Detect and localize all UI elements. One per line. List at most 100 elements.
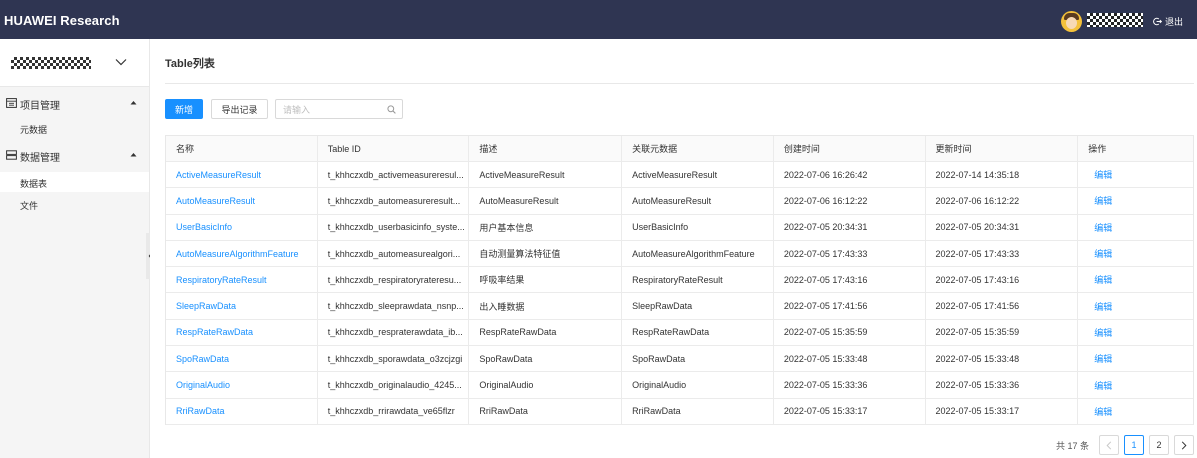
table-body: ActiveMeasureResult t_khhczxdb_activemeas… (166, 162, 1193, 425)
created-time-cell: 2022-07-05 15:33:17 (774, 398, 926, 424)
created-time-cell: 2022-07-05 15:35:59 (774, 319, 926, 346)
main-content: Table列表 新增 导出记录 名称 Table ID 描述 关联元数据 创建时… (150, 39, 1197, 458)
created-time-cell: 2022-07-05 17:41:56 (774, 293, 926, 319)
table-id-cell: t_khhczxdb_rrirawdata_ve65flzr (318, 398, 470, 424)
created-time-cell: 2022-07-05 17:43:33 (774, 240, 926, 267)
table-name-link[interactable]: RespRateRawData (166, 319, 318, 346)
chevron-up-icon (130, 153, 137, 157)
table-name-link[interactable]: OriginalAudio (166, 372, 318, 398)
table-row: AutoMeasureAlgorithmFeature t_khhczxdb_au… (166, 240, 1193, 268)
sidebar-group-project[interactable]: 项目管理 (0, 92, 149, 114)
linked-metadata-cell: SpoRawData (622, 346, 774, 372)
project-selector[interactable] (0, 39, 149, 87)
page-button-1[interactable]: 1 (1124, 435, 1145, 455)
logout-button[interactable]: 退出 (1153, 15, 1183, 28)
table-id-cell: t_khhczxdb_activemeasureresul... (318, 162, 470, 188)
brand-title: HUAWEI Research (4, 13, 120, 28)
updated-time-cell: 2022-07-06 16:12:22 (926, 188, 1079, 214)
sidebar-item-label: 元数据 (20, 125, 48, 135)
linked-metadata-cell: AutoMeasureResult (622, 188, 774, 214)
description-cell: SpoRawData (469, 346, 623, 372)
table-name-link[interactable]: AutoMeasureAlgorithmFeature (166, 240, 318, 267)
add-button[interactable]: 新增 (165, 99, 203, 119)
column-header: 关联元数据 (622, 136, 774, 161)
table-name-link[interactable]: ActiveMeasureResult (166, 162, 318, 188)
created-time-cell: 2022-07-06 16:12:22 (774, 188, 926, 214)
linked-metadata-cell: RespiratoryRateResult (622, 267, 774, 293)
table-row: RespiratoryRateResult t_khhczxdb_respirat… (166, 267, 1193, 294)
edit-button[interactable]: 编辑 (1078, 372, 1193, 397)
prev-page-button[interactable] (1099, 435, 1120, 455)
edit-button[interactable]: 编辑 (1078, 399, 1193, 424)
description-cell: 呼吸率结果 (469, 267, 623, 293)
updated-time-cell: 2022-07-05 17:43:16 (926, 267, 1079, 293)
table-id-cell: t_khhczxdb_respraterawdata_ib... (318, 319, 470, 346)
sidebar-item-files[interactable]: 文件 (0, 194, 149, 214)
next-page-button[interactable] (1174, 435, 1195, 455)
edit-button[interactable]: 编辑 (1078, 267, 1193, 292)
logout-icon (1153, 17, 1162, 26)
table-id-cell: t_khhczxdb_respiratoryrateresu... (318, 267, 470, 293)
edit-button[interactable]: 编辑 (1078, 188, 1193, 213)
calendar-icon (6, 98, 17, 108)
sidebar-item-metadata[interactable]: 元数据 (0, 118, 149, 138)
updated-time-cell: 2022-07-05 17:43:33 (926, 240, 1079, 267)
updated-time-cell: 2022-07-05 15:33:17 (926, 398, 1079, 424)
page-title: Table列表 (165, 58, 215, 70)
table-name-link[interactable]: RespiratoryRateResult (166, 267, 318, 293)
sidebar-item-datatable[interactable]: 数据表 (0, 172, 149, 192)
masked-username (1087, 13, 1143, 27)
edit-button[interactable]: 编辑 (1078, 346, 1193, 371)
created-time-cell: 2022-07-05 15:33:36 (774, 372, 926, 398)
sidebar-item-label: 数据表 (20, 179, 48, 189)
description-cell: 出入睡数据 (469, 293, 623, 319)
table-row: SleepRawData t_khhczxdb_sleeprawdata_nsnp… (166, 293, 1193, 320)
page-button-2[interactable]: 2 (1149, 435, 1170, 455)
table-name-link[interactable]: AutoMeasureResult (166, 188, 318, 214)
sidebar-group-data[interactable]: 数据管理 (0, 144, 149, 166)
table-header-row: 名称 Table ID 描述 关联元数据 创建时间 更新时间 操作 (166, 136, 1193, 162)
table-name-link[interactable]: RriRawData (166, 398, 318, 424)
description-cell: RriRawData (469, 398, 623, 424)
search-box (275, 99, 403, 119)
table-id-cell: t_khhczxdb_originalaudio_4245... (318, 372, 470, 398)
table-id-cell: t_khhczxdb_automeasurealgori... (318, 240, 470, 267)
sidebar-group-label: 项目管理 (20, 101, 60, 112)
description-cell: OriginalAudio (469, 372, 623, 398)
table-row: UserBasicInfo t_khhczxdb_userbasicinfo_sy… (166, 214, 1193, 241)
description-cell: RespRateRawData (469, 319, 623, 346)
updated-time-cell: 2022-07-05 15:35:59 (926, 319, 1079, 346)
edit-button[interactable]: 编辑 (1078, 215, 1193, 240)
column-header: 创建时间 (774, 136, 926, 161)
chevron-left-icon (1106, 440, 1112, 450)
edit-button[interactable]: 编辑 (1078, 162, 1193, 187)
table-name-link[interactable]: UserBasicInfo (166, 214, 318, 240)
divider (165, 83, 1194, 84)
table-id-cell: t_khhczxdb_userbasicinfo_syste... (318, 214, 470, 240)
export-records-button[interactable]: 导出记录 (211, 99, 268, 119)
edit-button[interactable]: 编辑 (1078, 320, 1193, 345)
table-row: RespRateRawData t_khhczxdb_respraterawdat… (166, 319, 1193, 347)
table-id-cell: t_khhczxdb_sporawdata_o3zcjzgi (318, 346, 470, 372)
table-name-link[interactable]: SpoRawData (166, 346, 318, 372)
table-row: RriRawData t_khhczxdb_rrirawdata_ve65flzr… (166, 398, 1193, 425)
avatar[interactable] (1061, 11, 1082, 32)
chevron-down-icon[interactable] (115, 57, 127, 67)
created-time-cell: 2022-07-06 16:26:42 (774, 162, 926, 188)
table-row: AutoMeasureResult t_khhczxdb_automeasurer… (166, 188, 1193, 215)
pagination: 共 17 条 1 2 (1056, 435, 1195, 455)
linked-metadata-cell: OriginalAudio (622, 372, 774, 398)
linked-metadata-cell: ActiveMeasureResult (622, 162, 774, 188)
search-input[interactable] (283, 103, 383, 116)
table-row: OriginalAudio t_khhczxdb_originalaudio_42… (166, 372, 1193, 399)
search-icon[interactable] (387, 105, 396, 114)
updated-time-cell: 2022-07-05 15:33:36 (926, 372, 1079, 398)
logout-label: 退出 (1165, 17, 1184, 27)
created-time-cell: 2022-07-05 15:33:48 (774, 346, 926, 372)
edit-button[interactable]: 编辑 (1078, 293, 1193, 318)
edit-button[interactable]: 编辑 (1078, 241, 1193, 266)
pagination-total: 共 17 条 (1056, 440, 1090, 451)
table-name-link[interactable]: SleepRawData (166, 293, 318, 319)
description-cell: ActiveMeasureResult (469, 162, 623, 188)
column-header: 操作 (1088, 144, 1107, 154)
